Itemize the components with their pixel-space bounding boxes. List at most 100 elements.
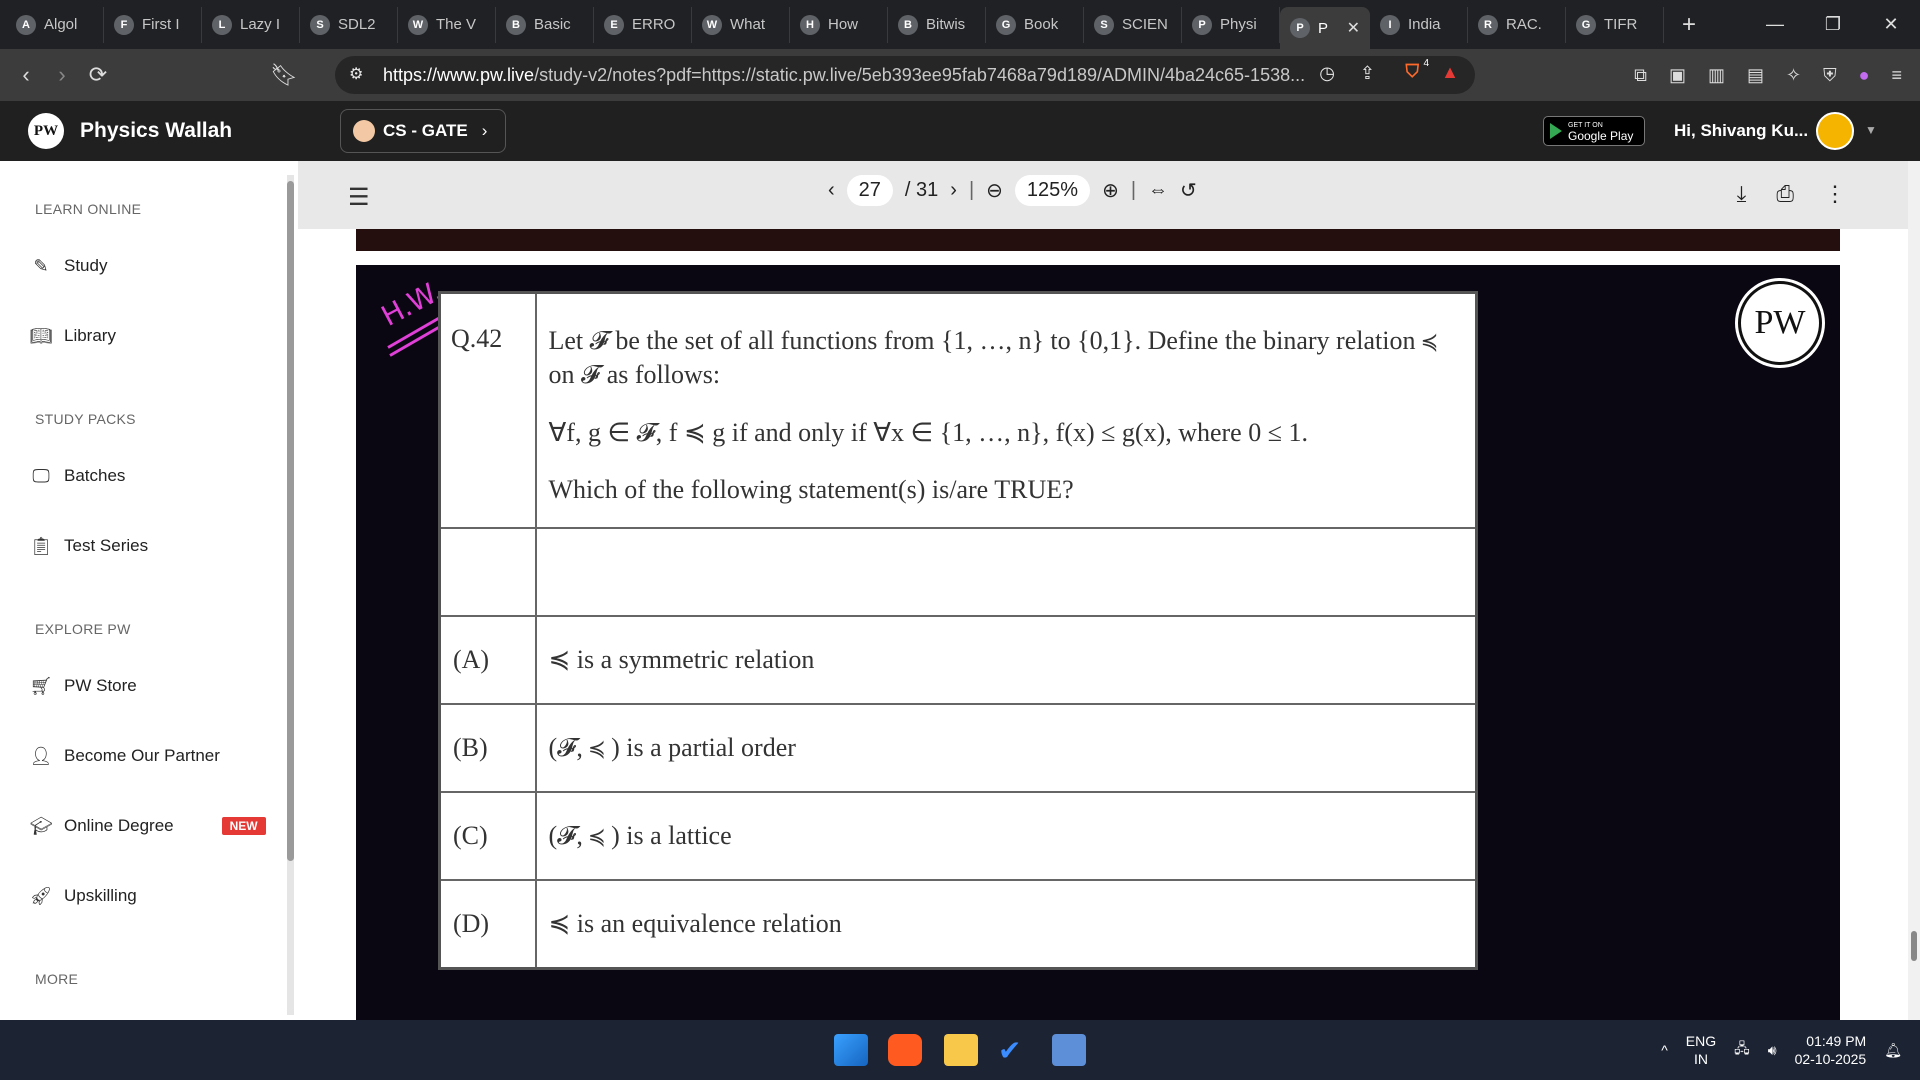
profile-icon[interactable]: ●: [1859, 65, 1870, 86]
previous-page-icon[interactable]: ‹: [828, 179, 835, 202]
sidebar-item-upskilling[interactable]: 🚀︎ Upskilling: [30, 885, 137, 907]
sidebar-item-study[interactable]: ✎ Study: [30, 255, 107, 277]
sidebar-item-online-degree[interactable]: 🎓︎ Online Degree NEW: [30, 815, 266, 837]
todo-icon[interactable]: ✔: [998, 1034, 1032, 1066]
browser-toolbar-icons: ⧉ ▣ ▥ ▤ ✧ ⛨ ● ≡: [1634, 49, 1920, 101]
chevron-up-icon[interactable]: ^: [1661, 1042, 1668, 1058]
wallet-icon[interactable]: ▤: [1747, 65, 1764, 86]
keyboard-icon[interactable]: [1052, 1034, 1086, 1066]
page-scroll-thumb[interactable]: [1911, 931, 1917, 961]
page-total: / 31: [904, 179, 939, 201]
browser-tab[interactable]: I India: [1370, 6, 1468, 43]
sidebar-item-library[interactable]: 📖︎ Library: [30, 325, 116, 347]
minimize-icon[interactable]: —: [1746, 0, 1804, 49]
sidebar-item-batches[interactable]: 🖵︎ Batches: [30, 465, 125, 487]
restore-icon[interactable]: ❐: [1804, 0, 1862, 49]
start-icon[interactable]: [834, 1034, 868, 1066]
brave-shield-icon[interactable]: ⛉: [1406, 61, 1420, 82]
page-number-input[interactable]: 27: [846, 175, 893, 206]
tab-favicon-icon: E: [604, 14, 624, 35]
sidebar-scroll-thumb[interactable]: [287, 181, 294, 861]
back-icon[interactable]: ‹: [8, 62, 44, 88]
print-icon[interactable]: ⎙: [1776, 181, 1794, 207]
language-indicator[interactable]: ENG IN: [1686, 1032, 1716, 1068]
avatar[interactable]: [1816, 112, 1854, 150]
zoom-in-icon[interactable]: ⊕: [1102, 178, 1119, 203]
browser-tab[interactable]: R RAC.: [1468, 6, 1566, 43]
browser-tab[interactable]: F First I: [104, 6, 202, 43]
browser-tab[interactable]: P P ✕: [1280, 7, 1370, 49]
sidebar-item-pw-store[interactable]: 🛒︎ PW Store: [30, 675, 137, 697]
google-play-badge[interactable]: GET IT ON Google Play: [1543, 116, 1645, 146]
close-window-icon[interactable]: ✕: [1862, 0, 1920, 49]
reader-icon[interactable]: ▣: [1669, 65, 1686, 86]
volume-icon[interactable]: 🔊︎: [1768, 1042, 1777, 1059]
question-slide: H.W. PW Q.42 Let 𝓕 be the set of all fun…: [356, 265, 1840, 1020]
sidebar-scrollbar[interactable]: [287, 175, 294, 1015]
browser-tab[interactable]: E ERRO: [594, 6, 692, 43]
share-icon[interactable]: ⇪: [1360, 63, 1375, 84]
browser-tab[interactable]: B Basic: [496, 6, 594, 43]
brave-browser-icon[interactable]: [888, 1034, 922, 1066]
extensions-icon[interactable]: ⧉: [1634, 65, 1647, 86]
site-settings-icon[interactable]: ⚙︎: [349, 64, 363, 84]
caret-down-icon[interactable]: ▼: [1865, 123, 1877, 137]
history-icon[interactable]: ◷: [1319, 63, 1335, 84]
rocket-icon: 🚀︎: [29, 885, 53, 906]
previous-page-edge: [356, 229, 1840, 251]
browser-tab[interactable]: L Lazy I: [202, 6, 300, 43]
browser-tab[interactable]: W What: [692, 6, 790, 43]
browser-tab[interactable]: B Bitwis: [888, 6, 986, 43]
bookmark-icon[interactable]: 🔖︎: [266, 62, 302, 88]
tab-favicon-icon: S: [310, 14, 330, 35]
rotate-icon[interactable]: ↺: [1180, 178, 1197, 203]
browser-tab[interactable]: P Physi: [1182, 6, 1280, 43]
browser-tab[interactable]: W The V: [398, 6, 496, 43]
download-icon[interactable]: ⤓: [1737, 181, 1747, 207]
sidebar-item-test-series[interactable]: 📋︎ Test Series: [30, 535, 149, 557]
new-tab-button[interactable]: +: [1682, 11, 1696, 39]
option-key: (A): [438, 615, 537, 706]
close-tab-icon[interactable]: ✕: [1347, 18, 1360, 38]
clock[interactable]: 01:49 PM 02-10-2025: [1795, 1032, 1867, 1068]
option-key: (C): [438, 791, 537, 882]
network-icon[interactable]: 🖧︎: [1734, 1038, 1750, 1062]
browser-tab[interactable]: H How: [790, 6, 888, 43]
vpn-icon[interactable]: ⛨: [1823, 65, 1837, 86]
next-page-icon[interactable]: ›: [950, 179, 957, 202]
zoom-level[interactable]: 125%: [1014, 175, 1091, 206]
table-row: (B) (𝓕, ≼ ) is a partial order: [438, 703, 1478, 794]
user-greeting[interactable]: Hi, Shivang Ku...: [1674, 121, 1808, 141]
more-options-icon[interactable]: ⋮: [1824, 181, 1846, 207]
forward-icon[interactable]: ›: [44, 62, 80, 88]
page-scrollbar[interactable]: [1908, 161, 1920, 1020]
browser-tab[interactable]: S SDL2: [300, 6, 398, 43]
fit-width-icon[interactable]: ⇔: [1148, 179, 1168, 202]
course-selector[interactable]: CS - GATE ›: [340, 109, 506, 153]
tab-label: India: [1408, 16, 1441, 33]
tab-label: TIFR: [1604, 16, 1638, 33]
menu-icon[interactable]: ≡: [1891, 65, 1902, 86]
browser-tab-strip: A Algol F First I L Lazy I S SDL2 W The V B Basic E E…: [0, 0, 1920, 49]
leo-icon[interactable]: ✧: [1786, 65, 1801, 86]
zoom-out-icon[interactable]: ⊖: [986, 178, 1003, 203]
gplay-label: Google Play: [1568, 129, 1634, 143]
pw-logo[interactable]: PW: [28, 113, 64, 149]
reload-icon[interactable]: ⟳: [80, 62, 116, 88]
address-bar[interactable]: ⚙︎ https://www.pw.live/study-v2/notes?pd…: [335, 56, 1475, 94]
browser-tab[interactable]: G TIFR: [1566, 6, 1664, 43]
file-explorer-icon[interactable]: [944, 1034, 978, 1066]
time: 01:49 PM: [1806, 1033, 1867, 1049]
tab-label: ERRO: [632, 16, 676, 33]
sidebar-item-partner[interactable]: 👤︎ Become Our Partner: [30, 745, 220, 767]
notification-icon[interactable]: 🔔︎: [1884, 1042, 1902, 1059]
sidebar-icon[interactable]: ▥: [1708, 65, 1725, 86]
brand-name[interactable]: Physics Wallah: [80, 119, 232, 143]
browser-tab[interactable]: S SCIEN: [1084, 6, 1182, 43]
tab-favicon-icon: L: [212, 14, 232, 35]
browser-tab[interactable]: A Algol: [6, 6, 104, 43]
hamburger-menu-icon[interactable]: ☰: [348, 183, 370, 212]
tab-favicon-icon: G: [1576, 14, 1596, 35]
rewards-icon[interactable]: ▲: [1441, 62, 1459, 83]
browser-tab[interactable]: G Book: [986, 6, 1084, 43]
